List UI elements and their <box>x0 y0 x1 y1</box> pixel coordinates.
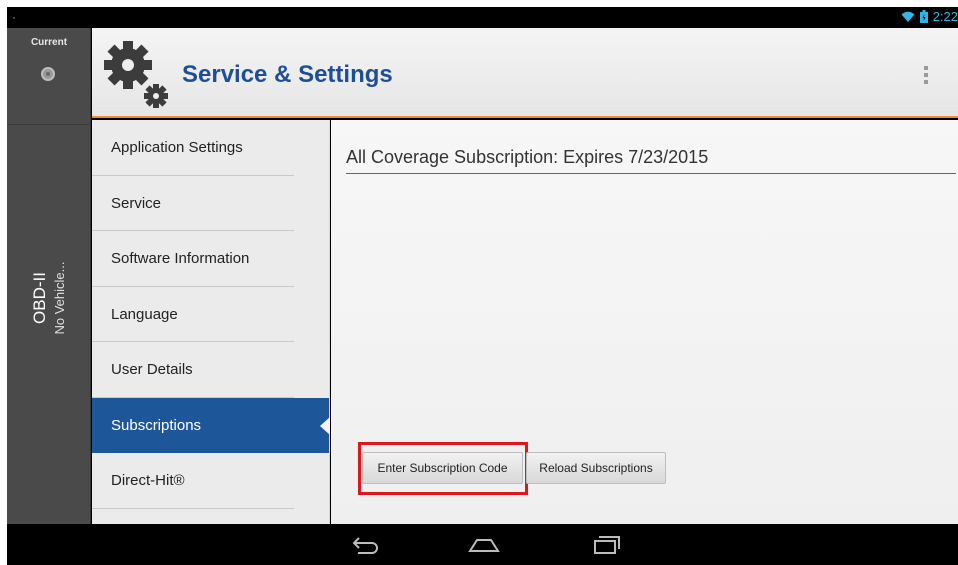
divider <box>7 124 91 125</box>
status-bar: 2:22 <box>7 7 958 28</box>
device-screen: 2:22 Current OBD-II No Vehicle... Servic… <box>7 7 958 565</box>
settings-nav: Application Settings Service Software In… <box>92 120 330 524</box>
nav-item-subscriptions[interactable]: Subscriptions <box>92 397 330 453</box>
current-vehicle-icon[interactable] <box>41 67 55 81</box>
app-header: Service & Settings <box>92 28 958 118</box>
recent-apps-icon[interactable] <box>591 532 621 556</box>
vehicle-panel[interactable]: Current OBD-II No Vehicle... <box>7 28 91 524</box>
nav-item-application-settings[interactable]: Application Settings <box>92 120 329 176</box>
clock: 2:22 <box>932 9 958 24</box>
subscription-status: All Coverage Subscription: Expires 7/23/… <box>346 147 956 174</box>
home-icon[interactable] <box>467 532 501 556</box>
system-nav-bar <box>7 524 958 565</box>
nav-item-user-details[interactable]: User Details <box>92 342 329 398</box>
status-icons: 2:22 <box>901 9 958 24</box>
nav-item-software-information[interactable]: Software Information <box>92 231 329 287</box>
enter-subscription-code-button[interactable]: Enter Subscription Code <box>362 452 523 484</box>
gears-icon <box>104 41 168 108</box>
protocol-label: OBD-II <box>30 272 49 324</box>
vehicle-name: No Vehicle... <box>52 261 67 335</box>
subscriptions-panel: All Coverage Subscription: Expires 7/23/… <box>331 120 958 524</box>
vehicle-info[interactable]: OBD-II No Vehicle... <box>29 262 69 335</box>
back-icon[interactable] <box>350 532 380 556</box>
reload-subscriptions-button[interactable]: Reload Subscriptions <box>526 452 666 484</box>
battery-icon <box>919 10 928 23</box>
nav-item-service[interactable]: Service <box>92 176 329 232</box>
notification-dot <box>13 17 15 19</box>
page-title: Service & Settings <box>182 61 393 88</box>
current-label: Current <box>30 37 68 48</box>
nav-item-language[interactable]: Language <box>92 287 329 343</box>
nav-item-direct-hit[interactable]: Direct-Hit® <box>92 453 329 509</box>
wifi-icon <box>901 11 915 22</box>
overflow-menu-icon[interactable] <box>924 66 928 87</box>
